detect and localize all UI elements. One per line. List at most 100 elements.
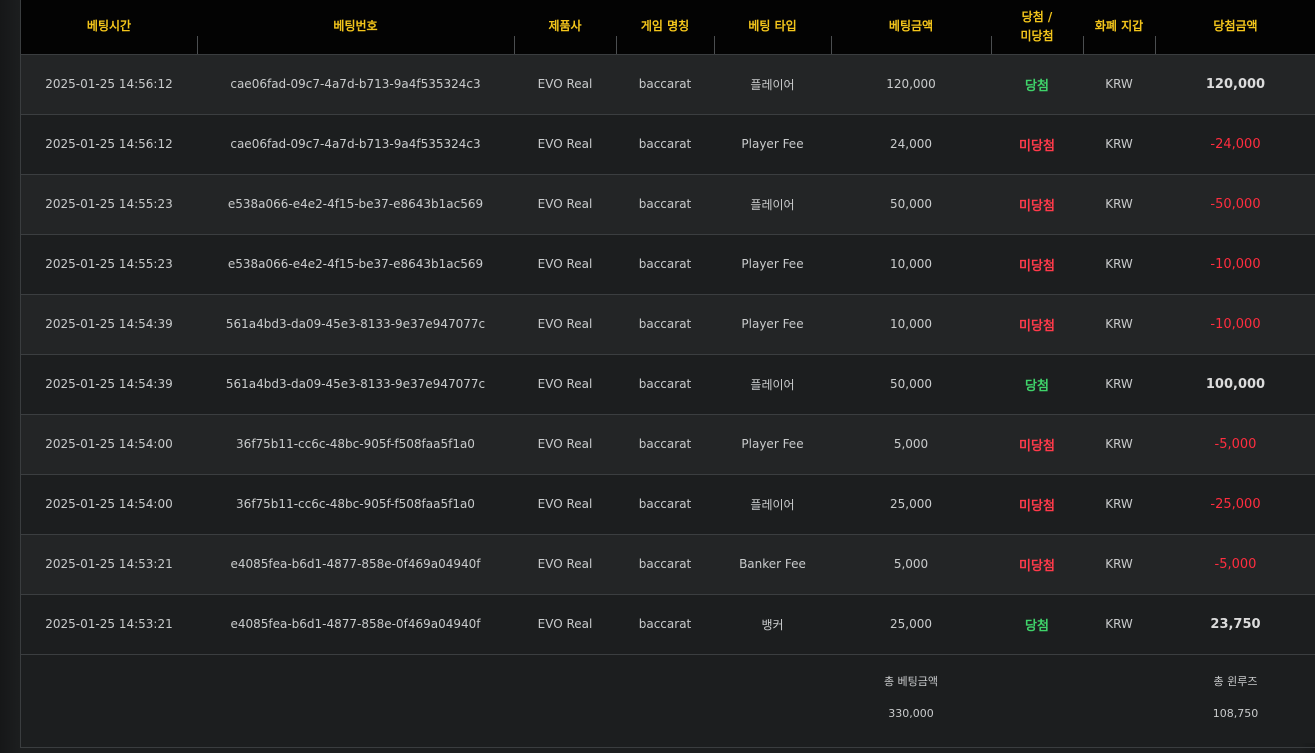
header-provider-label: 제품사 bbox=[548, 19, 582, 34]
cell-currency: KRW bbox=[1105, 197, 1133, 211]
table-row: 2025-01-25 14:53:21 e4085fea-b6d1-4877-8… bbox=[21, 594, 1315, 654]
cell-game-name: baccarat bbox=[638, 197, 692, 211]
cell-bet-id: 36f75b11-cc6c-48bc-905f-f508faa5f1a0 bbox=[236, 437, 475, 451]
cell-bet-type: 플레이어 bbox=[750, 77, 795, 92]
table-row: 2025-01-25 14:53:21 e4085fea-b6d1-4877-8… bbox=[21, 534, 1315, 594]
header-separator bbox=[514, 35, 515, 54]
header-separator bbox=[197, 35, 198, 54]
cell-win-amount: 23,750 bbox=[1210, 616, 1261, 632]
header-bet-amount-label: 베팅금액 bbox=[888, 19, 934, 34]
cell-bet-id: e4085fea-b6d1-4877-858e-0f469a04940f bbox=[230, 617, 481, 631]
cell-result: 당첨 bbox=[1025, 78, 1049, 94]
cell-result: 미당첨 bbox=[1019, 258, 1055, 274]
cell-result: 미당첨 bbox=[1019, 318, 1055, 334]
cell-bet-time: 2025-01-25 14:55:23 bbox=[45, 197, 173, 211]
header-game-name[interactable]: 게임 명칭 bbox=[616, 0, 714, 55]
cell-result: 당첨 bbox=[1025, 618, 1049, 634]
cell-bet-id: cae06fad-09c7-4a7d-b713-9a4f535324c3 bbox=[230, 137, 481, 151]
cell-provider: EVO Real bbox=[537, 137, 593, 151]
cell-bet-type: 플레이어 bbox=[750, 497, 795, 512]
cell-currency: KRW bbox=[1105, 257, 1133, 271]
table-header-row: 베팅시간 베팅번호 제품사 게임 명칭 베팅 타입 베팅금액 당첨 / 미당첨 화… bbox=[21, 0, 1315, 55]
total-winloss-label: 총 윈루즈 bbox=[1213, 674, 1258, 688]
cell-win-amount: -5,000 bbox=[1214, 556, 1257, 572]
cell-provider: EVO Real bbox=[537, 257, 593, 271]
cell-bet-type: Banker Fee bbox=[739, 557, 806, 571]
cell-game-name: baccarat bbox=[638, 497, 692, 511]
cell-bet-amount: 50,000 bbox=[890, 377, 932, 391]
cell-bet-amount: 25,000 bbox=[890, 497, 932, 511]
table-row: 2025-01-25 14:55:23 e538a066-e4e2-4f15-b… bbox=[21, 174, 1315, 234]
cell-bet-id: 561a4bd3-da09-45e3-8133-9e37e947077c bbox=[225, 317, 486, 331]
cell-result: 미당첨 bbox=[1019, 438, 1055, 454]
cell-provider: EVO Real bbox=[537, 497, 593, 511]
header-result[interactable]: 당첨 / 미당첨 bbox=[991, 0, 1083, 55]
cell-bet-id: cae06fad-09c7-4a7d-b713-9a4f535324c3 bbox=[230, 77, 481, 91]
cell-currency: KRW bbox=[1105, 437, 1133, 451]
cell-bet-time: 2025-01-25 14:54:39 bbox=[45, 317, 173, 331]
header-bet-amount[interactable]: 베팅금액 bbox=[831, 0, 991, 55]
cell-bet-type: 뱅커 bbox=[761, 617, 784, 632]
header-currency[interactable]: 화폐 지갑 bbox=[1083, 0, 1155, 55]
cell-game-name: baccarat bbox=[638, 617, 692, 631]
header-bet-time[interactable]: 베팅시간 bbox=[21, 0, 197, 55]
table-row: 2025-01-25 14:54:00 36f75b11-cc6c-48bc-9… bbox=[21, 414, 1315, 474]
cell-currency: KRW bbox=[1105, 77, 1133, 91]
cell-provider: EVO Real bbox=[537, 197, 593, 211]
cell-result: 미당첨 bbox=[1019, 138, 1055, 154]
cell-win-amount: -5,000 bbox=[1214, 436, 1257, 452]
cell-provider: EVO Real bbox=[537, 77, 593, 91]
cell-bet-time: 2025-01-25 14:54:39 bbox=[45, 377, 173, 391]
cell-win-amount: 120,000 bbox=[1205, 76, 1266, 92]
cell-currency: KRW bbox=[1105, 377, 1133, 391]
cell-currency: KRW bbox=[1105, 557, 1133, 571]
cell-game-name: baccarat bbox=[638, 437, 692, 451]
total-bet-label: 총 베팅금액 bbox=[883, 674, 939, 688]
header-win-amount[interactable]: 당첨금액 bbox=[1155, 0, 1315, 55]
cell-bet-id: 36f75b11-cc6c-48bc-905f-f508faa5f1a0 bbox=[236, 497, 475, 511]
cell-currency: KRW bbox=[1105, 497, 1133, 511]
cell-provider: EVO Real bbox=[537, 557, 593, 571]
bet-history-table-container: 베팅시간 베팅번호 제품사 게임 명칭 베팅 타입 베팅금액 당첨 / 미당첨 화… bbox=[20, 0, 1315, 748]
cell-bet-type: Player Fee bbox=[741, 437, 804, 451]
total-winloss-cell: 총 윈루즈 108,750 bbox=[1155, 654, 1315, 743]
cell-game-name: baccarat bbox=[638, 257, 692, 271]
cell-bet-type: Player Fee bbox=[741, 317, 804, 331]
cell-win-amount: 100,000 bbox=[1205, 376, 1266, 392]
cell-bet-amount: 10,000 bbox=[890, 317, 932, 331]
table-footer-totals: 총 베팅금액 330,000 총 윈루즈 108,750 bbox=[21, 654, 1315, 743]
page-background: 베팅시간 베팅번호 제품사 게임 명칭 베팅 타입 베팅금액 당첨 / 미당첨 화… bbox=[0, 0, 1315, 753]
cell-bet-time: 2025-01-25 14:53:21 bbox=[45, 557, 173, 571]
cell-result: 미당첨 bbox=[1019, 498, 1055, 514]
cell-bet-amount: 25,000 bbox=[890, 617, 932, 631]
header-bet-type[interactable]: 베팅 타입 bbox=[714, 0, 831, 55]
cell-bet-time: 2025-01-25 14:54:00 bbox=[45, 437, 173, 451]
cell-bet-amount: 24,000 bbox=[890, 137, 932, 151]
header-game-name-label: 게임 명칭 bbox=[640, 19, 690, 34]
cell-currency: KRW bbox=[1105, 137, 1133, 151]
header-bet-id[interactable]: 베팅번호 bbox=[197, 0, 514, 55]
table-row: 2025-01-25 14:54:00 36f75b11-cc6c-48bc-9… bbox=[21, 474, 1315, 534]
table-row: 2025-01-25 14:54:39 561a4bd3-da09-45e3-8… bbox=[21, 354, 1315, 414]
table-row: 2025-01-25 14:55:23 e538a066-e4e2-4f15-b… bbox=[21, 234, 1315, 294]
total-bet-cell: 총 베팅금액 330,000 bbox=[831, 654, 991, 743]
cell-bet-id: e4085fea-b6d1-4877-858e-0f469a04940f bbox=[230, 557, 481, 571]
cell-bet-type: Player Fee bbox=[741, 137, 804, 151]
total-bet-value: 330,000 bbox=[888, 706, 934, 720]
cell-bet-time: 2025-01-25 14:55:23 bbox=[45, 257, 173, 271]
header-provider[interactable]: 제품사 bbox=[514, 0, 616, 55]
header-separator bbox=[831, 35, 832, 54]
cell-game-name: baccarat bbox=[638, 557, 692, 571]
header-separator bbox=[714, 35, 715, 54]
cell-bet-type: 플레이어 bbox=[750, 197, 795, 212]
cell-bet-amount: 10,000 bbox=[890, 257, 932, 271]
cell-currency: KRW bbox=[1105, 317, 1133, 331]
cell-bet-time: 2025-01-25 14:54:00 bbox=[45, 497, 173, 511]
cell-bet-time: 2025-01-25 14:56:12 bbox=[45, 77, 173, 91]
header-separator bbox=[616, 35, 617, 54]
header-bet-time-label: 베팅시간 bbox=[86, 19, 132, 34]
cell-bet-amount: 50,000 bbox=[890, 197, 932, 211]
bet-history-table: 베팅시간 베팅번호 제품사 게임 명칭 베팅 타입 베팅금액 당첨 / 미당첨 화… bbox=[21, 0, 1315, 743]
table-row: 2025-01-25 14:56:12 cae06fad-09c7-4a7d-b… bbox=[21, 114, 1315, 174]
cell-win-amount: -10,000 bbox=[1210, 256, 1261, 272]
